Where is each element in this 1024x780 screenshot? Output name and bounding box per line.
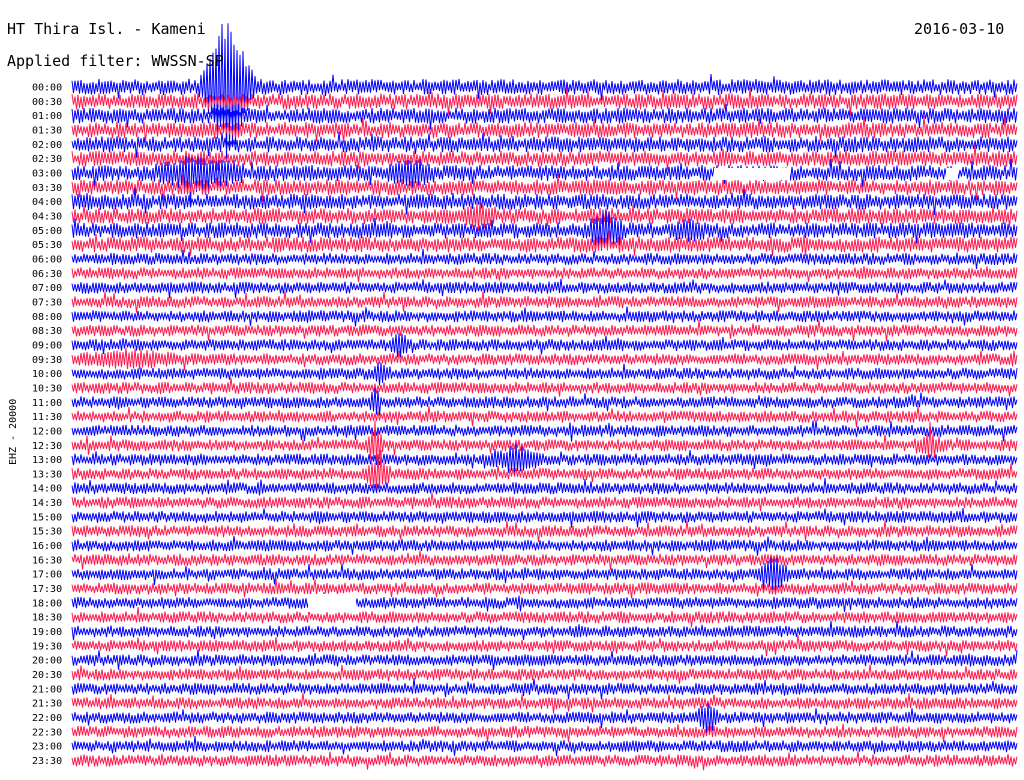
date-label: 2016-03-10 bbox=[914, 20, 1004, 38]
time-tick-label: 03:00 bbox=[32, 168, 62, 179]
time-tick-label: 13:30 bbox=[32, 469, 62, 480]
filter-label: Applied filter: WWSSN-SP bbox=[7, 52, 224, 70]
time-tick-label: 00:00 bbox=[32, 83, 62, 94]
time-tick-label: 16:30 bbox=[32, 555, 62, 566]
time-tick-label: 02:30 bbox=[32, 154, 62, 165]
data-gap bbox=[308, 594, 356, 612]
time-tick-label: 03:30 bbox=[32, 183, 62, 194]
time-tick-label: 19:00 bbox=[32, 627, 62, 638]
data-gap bbox=[714, 168, 790, 180]
time-tick-label: 18:30 bbox=[32, 613, 62, 624]
time-tick-label: 04:00 bbox=[32, 197, 62, 208]
time-tick-label: 20:00 bbox=[32, 656, 62, 667]
time-tick-label: 07:30 bbox=[32, 297, 62, 308]
time-tick-label: 14:30 bbox=[32, 498, 62, 509]
station-title: HT Thira Isl. - Kameni bbox=[7, 20, 206, 38]
time-tick-label: 10:00 bbox=[32, 369, 62, 380]
time-tick-label: 01:00 bbox=[32, 111, 62, 122]
time-tick-label: 01:30 bbox=[32, 125, 62, 136]
time-tick-label: 18:00 bbox=[32, 598, 62, 609]
channel-label: EHZ - 20000 bbox=[8, 399, 19, 465]
time-tick-label: 08:30 bbox=[32, 326, 62, 337]
time-tick-label: 06:30 bbox=[32, 269, 62, 280]
time-tick-label: 23:00 bbox=[32, 742, 62, 753]
time-tick-label: 06:00 bbox=[32, 254, 62, 265]
time-tick-label: 12:00 bbox=[32, 426, 62, 437]
time-tick-label: 16:00 bbox=[32, 541, 62, 552]
time-tick-label: 05:00 bbox=[32, 226, 62, 237]
time-tick-label: 13:00 bbox=[32, 455, 62, 466]
time-tick-label: 17:30 bbox=[32, 584, 62, 595]
time-tick-label: 11:30 bbox=[32, 412, 62, 423]
time-tick-label: 21:30 bbox=[32, 699, 62, 710]
time-tick-label: 19:30 bbox=[32, 641, 62, 652]
time-tick-label: 08:00 bbox=[32, 312, 62, 323]
time-tick-label: 22:00 bbox=[32, 713, 62, 724]
time-tick-label: 07:00 bbox=[32, 283, 62, 294]
time-tick-label: 15:30 bbox=[32, 527, 62, 538]
data-gap bbox=[946, 168, 958, 180]
time-tick-label: 00:30 bbox=[32, 97, 62, 108]
time-tick-label: 02:00 bbox=[32, 140, 62, 151]
time-tick-label: 21:00 bbox=[32, 684, 62, 695]
time-tick-label: 09:30 bbox=[32, 355, 62, 366]
time-tick-label: 04:30 bbox=[32, 211, 62, 222]
time-tick-label: 14:00 bbox=[32, 484, 62, 495]
time-tick-label: 05:30 bbox=[32, 240, 62, 251]
helicorder-plot: HT Thira Isl. - Kameni 2016-03-10 Applie… bbox=[0, 0, 1024, 780]
time-tick-label: 15:00 bbox=[32, 512, 62, 523]
time-tick-label: 12:30 bbox=[32, 441, 62, 452]
time-tick-label: 09:00 bbox=[32, 340, 62, 351]
time-tick-label: 23:30 bbox=[32, 756, 62, 767]
time-tick-label: 20:30 bbox=[32, 670, 62, 681]
time-tick-label: 11:00 bbox=[32, 398, 62, 409]
time-tick-label: 22:30 bbox=[32, 727, 62, 738]
time-tick-label: 17:00 bbox=[32, 570, 62, 581]
time-tick-label: 10:30 bbox=[32, 383, 62, 394]
